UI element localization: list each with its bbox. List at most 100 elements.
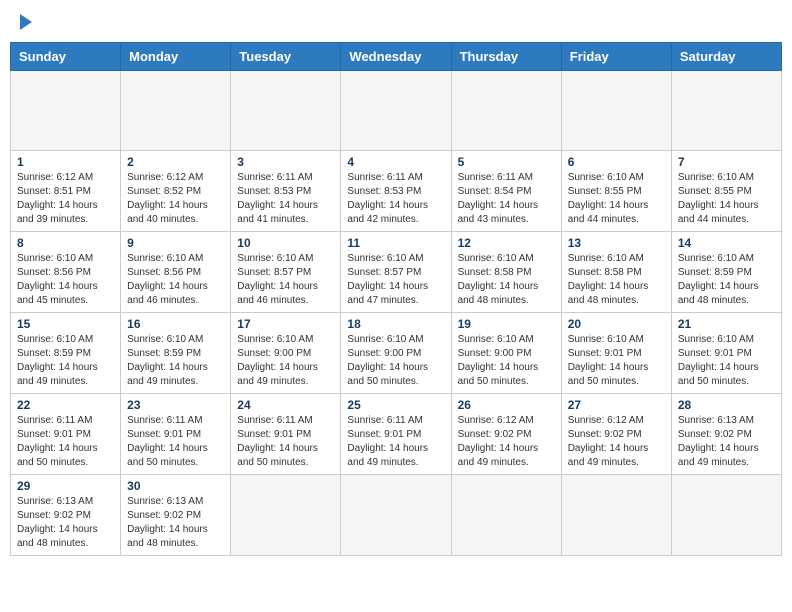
- cell-content: Sunrise: 6:10 AMSunset: 8:58 PMDaylight:…: [458, 252, 555, 308]
- calendar-header-row: SundayMondayTuesdayWednesdayThursdayFrid…: [11, 43, 782, 71]
- cell-content: Sunrise: 6:10 AMSunset: 9:01 PMDaylight:…: [678, 333, 775, 389]
- cell-content: Sunrise: 6:10 AMSunset: 8:55 PMDaylight:…: [678, 171, 775, 227]
- day-number: 17: [237, 317, 334, 331]
- logo: [18, 14, 32, 30]
- cell-content: Sunrise: 6:13 AMSunset: 9:02 PMDaylight:…: [127, 495, 224, 551]
- calendar-cell: 7 Sunrise: 6:10 AMSunset: 8:55 PMDaylight…: [671, 151, 781, 232]
- cell-content: Sunrise: 6:10 AMSunset: 8:59 PMDaylight:…: [17, 333, 114, 389]
- cell-content: Sunrise: 6:10 AMSunset: 8:59 PMDaylight:…: [127, 333, 224, 389]
- calendar-cell: [451, 71, 561, 151]
- logo-arrow-icon: [20, 14, 32, 30]
- week-row-1: [11, 71, 782, 151]
- calendar-cell: 13Sunrise: 6:10 AMSunset: 8:58 PMDayligh…: [561, 232, 671, 313]
- cell-content: Sunrise: 6:10 AMSunset: 9:00 PMDaylight:…: [347, 333, 444, 389]
- calendar-cell: 26Sunrise: 6:12 AMSunset: 9:02 PMDayligh…: [451, 394, 561, 475]
- day-number: 18: [347, 317, 444, 331]
- cell-content: Sunrise: 6:13 AMSunset: 9:02 PMDaylight:…: [678, 414, 775, 470]
- column-header-wednesday: Wednesday: [341, 43, 451, 71]
- cell-content: Sunrise: 6:11 AMSunset: 9:01 PMDaylight:…: [127, 414, 224, 470]
- column-header-monday: Monday: [121, 43, 231, 71]
- calendar-cell: [671, 71, 781, 151]
- calendar-cell: 17 Sunrise: 6:10 AMSunset: 9:00 PMDayligh…: [231, 313, 341, 394]
- week-row-6: 29 Sunrise: 6:13 AMSunset: 9:02 PMDayligh…: [11, 475, 782, 556]
- calendar-table: SundayMondayTuesdayWednesdayThursdayFrid…: [10, 42, 782, 556]
- logo-blue-text: [18, 14, 32, 30]
- day-number: 3: [237, 155, 334, 169]
- cell-content: Sunrise: 6:11 AMSunset: 8:53 PMDaylight:…: [347, 171, 444, 227]
- column-header-saturday: Saturday: [671, 43, 781, 71]
- calendar-cell: 18 Sunrise: 6:10 AMSunset: 9:00 PMDayligh…: [341, 313, 451, 394]
- calendar-cell: 9Sunrise: 6:10 AMSunset: 8:56 PMDaylight…: [121, 232, 231, 313]
- calendar-cell: 12 Sunrise: 6:10 AMSunset: 8:58 PMDayligh…: [451, 232, 561, 313]
- day-number: 21: [678, 317, 775, 331]
- calendar-cell: 11Sunrise: 6:10 AMSunset: 8:57 PMDayligh…: [341, 232, 451, 313]
- cell-content: Sunrise: 6:11 AMSunset: 8:54 PMDaylight:…: [458, 171, 555, 227]
- column-header-thursday: Thursday: [451, 43, 561, 71]
- calendar-cell: 23 Sunrise: 6:11 AMSunset: 9:01 PMDayligh…: [121, 394, 231, 475]
- cell-content: Sunrise: 6:10 AMSunset: 9:01 PMDaylight:…: [568, 333, 665, 389]
- calendar-cell: 6Sunrise: 6:10 AMSunset: 8:55 PMDaylight…: [561, 151, 671, 232]
- cell-content: Sunrise: 6:10 AMSunset: 9:00 PMDaylight:…: [458, 333, 555, 389]
- day-number: 14: [678, 236, 775, 250]
- column-header-sunday: Sunday: [11, 43, 121, 71]
- day-number: 12: [458, 236, 555, 250]
- cell-content: Sunrise: 6:10 AMSunset: 9:00 PMDaylight:…: [237, 333, 334, 389]
- week-row-2: 1 Sunrise: 6:12 AMSunset: 8:51 PMDaylight…: [11, 151, 782, 232]
- day-number: 4: [347, 155, 444, 169]
- day-number: 30: [127, 479, 224, 493]
- day-number: 29: [17, 479, 114, 493]
- calendar-cell: 27Sunrise: 6:12 AMSunset: 9:02 PMDayligh…: [561, 394, 671, 475]
- calendar-cell: [561, 475, 671, 556]
- day-number: 6: [568, 155, 665, 169]
- calendar-cell: [231, 475, 341, 556]
- calendar-cell: [11, 71, 121, 151]
- column-header-tuesday: Tuesday: [231, 43, 341, 71]
- cell-content: Sunrise: 6:10 AMSunset: 8:57 PMDaylight:…: [237, 252, 334, 308]
- week-row-3: 8 Sunrise: 6:10 AMSunset: 8:56 PMDaylight…: [11, 232, 782, 313]
- cell-content: Sunrise: 6:10 AMSunset: 8:57 PMDaylight:…: [347, 252, 444, 308]
- calendar-cell: 14Sunrise: 6:10 AMSunset: 8:59 PMDayligh…: [671, 232, 781, 313]
- day-number: 20: [568, 317, 665, 331]
- day-number: 26: [458, 398, 555, 412]
- day-number: 2: [127, 155, 224, 169]
- week-row-5: 22Sunrise: 6:11 AMSunset: 9:01 PMDayligh…: [11, 394, 782, 475]
- calendar-cell: 4 Sunrise: 6:11 AMSunset: 8:53 PMDaylight…: [341, 151, 451, 232]
- calendar-cell: [231, 71, 341, 151]
- day-number: 5: [458, 155, 555, 169]
- calendar-cell: 22Sunrise: 6:11 AMSunset: 9:01 PMDayligh…: [11, 394, 121, 475]
- cell-content: Sunrise: 6:10 AMSunset: 8:56 PMDaylight:…: [17, 252, 114, 308]
- calendar-cell: [341, 71, 451, 151]
- calendar-cell: [561, 71, 671, 151]
- calendar-cell: 30 Sunrise: 6:13 AMSunset: 9:02 PMDayligh…: [121, 475, 231, 556]
- calendar-cell: 8 Sunrise: 6:10 AMSunset: 8:56 PMDaylight…: [11, 232, 121, 313]
- cell-content: Sunrise: 6:12 AMSunset: 9:02 PMDaylight:…: [568, 414, 665, 470]
- cell-content: Sunrise: 6:11 AMSunset: 9:01 PMDaylight:…: [347, 414, 444, 470]
- calendar-cell: 10 Sunrise: 6:10 AMSunset: 8:57 PMDayligh…: [231, 232, 341, 313]
- week-row-4: 15 Sunrise: 6:10 AMSunset: 8:59 PMDayligh…: [11, 313, 782, 394]
- calendar-cell: 29Sunrise: 6:13 AMSunset: 9:02 PMDayligh…: [11, 475, 121, 556]
- day-number: 1: [17, 155, 114, 169]
- day-number: 15: [17, 317, 114, 331]
- day-number: 8: [17, 236, 114, 250]
- calendar-cell: [121, 71, 231, 151]
- day-number: 23: [127, 398, 224, 412]
- cell-content: Sunrise: 6:10 AMSunset: 8:58 PMDaylight:…: [568, 252, 665, 308]
- day-number: 19: [458, 317, 555, 331]
- day-number: 9: [127, 236, 224, 250]
- day-number: 16: [127, 317, 224, 331]
- calendar-cell: [451, 475, 561, 556]
- cell-content: Sunrise: 6:11 AMSunset: 9:01 PMDaylight:…: [237, 414, 334, 470]
- cell-content: Sunrise: 6:12 AMSunset: 8:52 PMDaylight:…: [127, 171, 224, 227]
- calendar-cell: 3Sunrise: 6:11 AMSunset: 8:53 PMDaylight…: [231, 151, 341, 232]
- cell-content: Sunrise: 6:11 AMSunset: 9:01 PMDaylight:…: [17, 414, 114, 470]
- calendar-cell: 5 Sunrise: 6:11 AMSunset: 8:54 PMDaylight…: [451, 151, 561, 232]
- calendar-cell: 21 Sunrise: 6:10 AMSunset: 9:01 PMDayligh…: [671, 313, 781, 394]
- cell-content: Sunrise: 6:12 AMSunset: 8:51 PMDaylight:…: [17, 171, 114, 227]
- day-number: 25: [347, 398, 444, 412]
- page-header: [10, 10, 782, 34]
- day-number: 7: [678, 155, 775, 169]
- calendar-cell: 16 Sunrise: 6:10 AMSunset: 8:59 PMDayligh…: [121, 313, 231, 394]
- day-number: 24: [237, 398, 334, 412]
- calendar-cell: 20 Sunrise: 6:10 AMSunset: 9:01 PMDayligh…: [561, 313, 671, 394]
- day-number: 10: [237, 236, 334, 250]
